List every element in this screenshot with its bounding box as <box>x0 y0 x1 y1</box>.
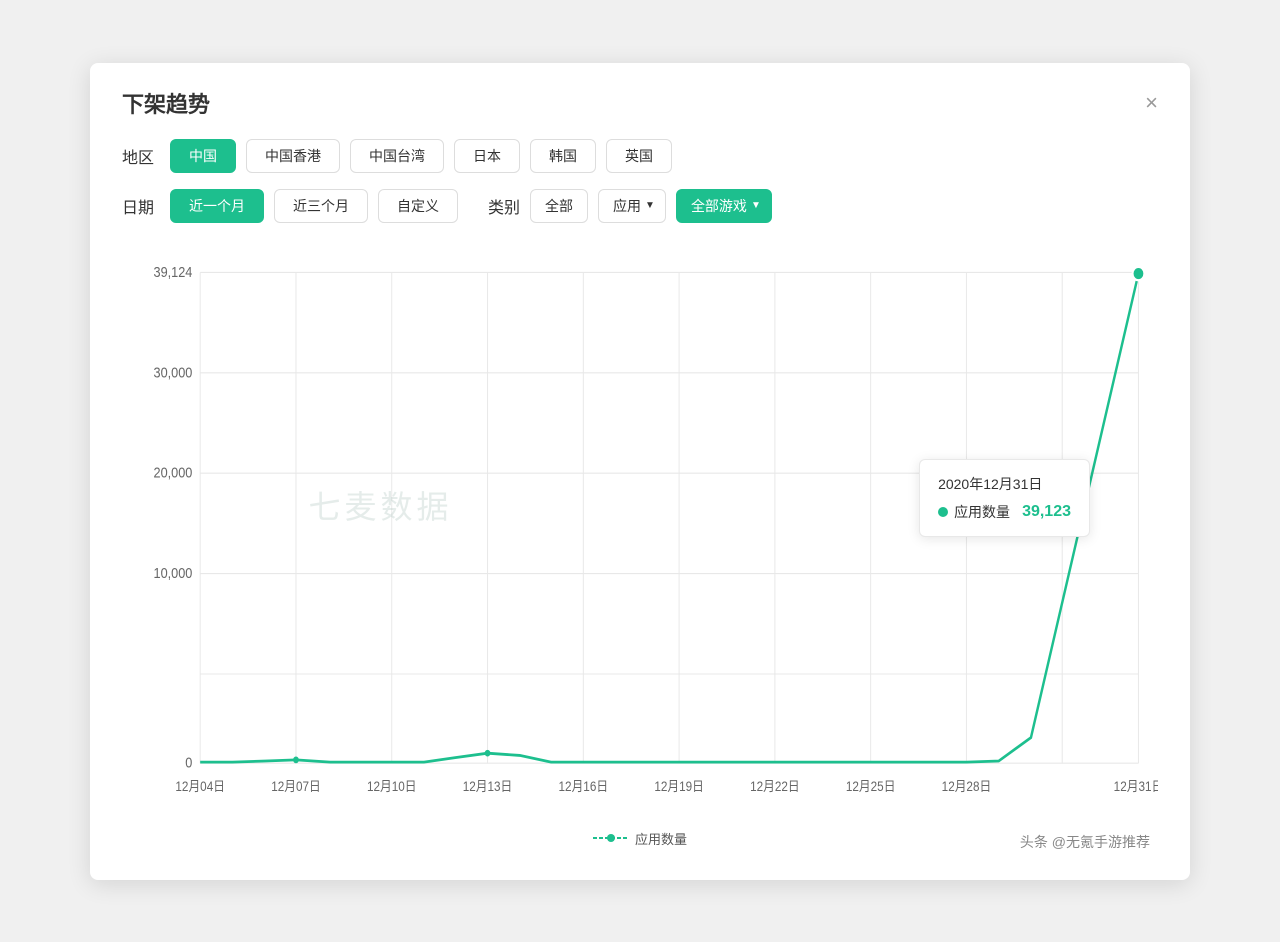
svg-text:12月25日: 12月25日 <box>846 779 896 794</box>
legend-item: 应用数量 <box>593 829 687 848</box>
date-month3-button[interactable]: 近三个月 <box>274 189 368 223</box>
category-all-button[interactable]: 全部 <box>530 189 588 223</box>
svg-text:12月13日: 12月13日 <box>463 779 513 794</box>
region-china-button[interactable]: 中国 <box>170 139 236 173</box>
legend-area: 应用数量 <box>122 829 1158 848</box>
dialog-header: 下架趋势 × <box>122 87 1158 119</box>
svg-text:10,000: 10,000 <box>154 565 193 581</box>
close-button[interactable]: × <box>1145 92 1158 114</box>
svg-text:12月28日: 12月28日 <box>942 779 992 794</box>
legend-label: 应用数量 <box>635 829 687 848</box>
app-dropdown-arrow: ▼ <box>645 200 655 211</box>
chart-svg: 39,124 30,000 20,000 10,000 0 12月04日 12月… <box>122 239 1158 819</box>
svg-text:30,000: 30,000 <box>154 364 193 380</box>
svg-text:12月19日: 12月19日 <box>654 779 704 794</box>
dialog-container: 下架趋势 × 地区 中国 中国香港 中国台湾 日本 韩国 英国 日期 近一个月 … <box>90 63 1190 880</box>
category-game-select[interactable]: 全部游戏 ▼ <box>676 189 772 223</box>
date-custom-button[interactable]: 自定义 <box>378 189 458 223</box>
game-dropdown-arrow: ▼ <box>751 200 761 211</box>
region-uk-button[interactable]: 英国 <box>606 139 672 173</box>
category-app-select[interactable]: 应用 ▼ <box>598 189 666 223</box>
svg-text:12月04日: 12月04日 <box>175 779 225 794</box>
region-jp-button[interactable]: 日本 <box>454 139 520 173</box>
svg-text:12月31日: 12月31日 <box>1114 779 1158 794</box>
region-filter-row: 地区 中国 中国香港 中国台湾 日本 韩国 英国 <box>122 139 1158 173</box>
category-label: 类别 <box>488 194 520 218</box>
svg-text:12月16日: 12月16日 <box>559 779 609 794</box>
date-label: 日期 <box>122 194 154 218</box>
footer-credit: 头条 @无氪手游推荐 <box>1020 832 1150 852</box>
dialog-title: 下架趋势 <box>122 87 210 119</box>
region-hk-button[interactable]: 中国香港 <box>246 139 340 173</box>
chart-area: 七麦数据 39,124 30,000 20,000 10 <box>122 239 1158 819</box>
svg-text:39,124: 39,124 <box>154 264 193 280</box>
svg-text:12月10日: 12月10日 <box>367 779 417 794</box>
svg-text:0: 0 <box>185 754 192 770</box>
date-month1-button[interactable]: 近一个月 <box>170 189 264 223</box>
date-filter-row: 日期 近一个月 近三个月 自定义 类别 全部 应用 ▼ 全部游戏 ▼ <box>122 189 1158 223</box>
svg-text:12月22日: 12月22日 <box>750 779 800 794</box>
svg-text:12月07日: 12月07日 <box>271 779 321 794</box>
region-label: 地区 <box>122 144 154 168</box>
region-kr-button[interactable]: 韩国 <box>530 139 596 173</box>
svg-text:20,000: 20,000 <box>154 464 193 480</box>
region-tw-button[interactable]: 中国台湾 <box>350 139 444 173</box>
